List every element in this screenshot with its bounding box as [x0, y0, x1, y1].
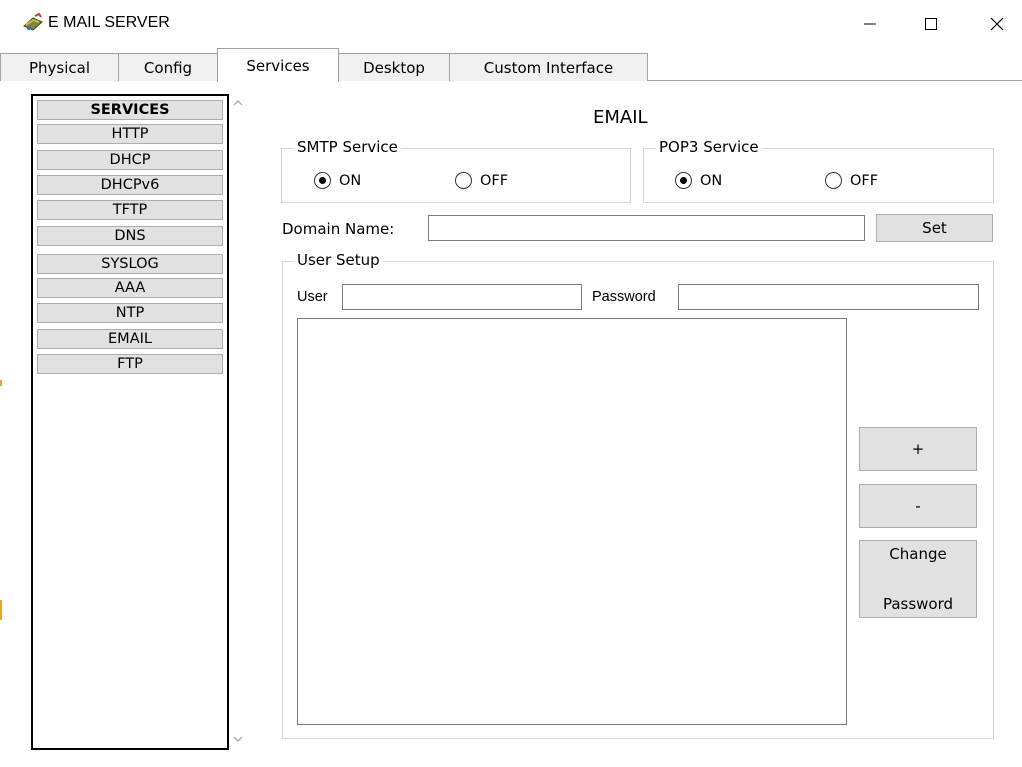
pop3-on-label: ON	[700, 172, 723, 189]
service-item-ntp[interactable]: NTP	[37, 303, 223, 323]
pop3-off-radio[interactable]: OFF	[825, 172, 878, 189]
service-item-http[interactable]: HTTP	[37, 124, 223, 144]
tab-desktop[interactable]: Desktop	[338, 53, 450, 81]
domain-name-input[interactable]	[428, 215, 865, 241]
smtp-off-radio[interactable]: OFF	[455, 172, 508, 189]
minimize-button[interactable]	[847, 0, 893, 48]
add-user-button[interactable]: +	[859, 427, 977, 471]
change-password-button[interactable]: Change Password	[859, 540, 977, 618]
maximize-icon	[925, 18, 937, 30]
password-input[interactable]	[678, 284, 979, 310]
service-item-dns[interactable]: DNS	[37, 226, 223, 246]
radio-unchecked-icon	[825, 172, 842, 189]
service-item-dhcpv6[interactable]: DHCPv6	[37, 175, 223, 195]
tab-physical[interactable]: Physical	[0, 53, 119, 81]
minimize-icon	[864, 23, 876, 25]
pop3-service-label: POP3 Service	[656, 138, 762, 156]
change-password-line1: Change	[889, 545, 947, 563]
tab-custom-interface[interactable]: Custom Interface	[449, 53, 648, 81]
scroll-up-icon[interactable]	[232, 97, 244, 109]
tab-config[interactable]: Config	[118, 53, 218, 81]
password-label: Password	[592, 289, 656, 305]
smtp-on-label: ON	[339, 172, 362, 189]
server-app-icon	[23, 12, 43, 31]
window-title: E MAIL SERVER	[48, 14, 170, 31]
user-setup-label: User Setup	[294, 251, 383, 269]
smtp-off-label: OFF	[480, 172, 509, 189]
close-icon	[990, 17, 1004, 31]
service-item-syslog[interactable]: SYSLOG	[37, 254, 223, 274]
smtp-service-label: SMTP Service	[294, 138, 401, 156]
services-list: SERVICES HTTP DHCP DHCPv6 TFTP DNS SYSLO…	[31, 94, 229, 750]
close-button[interactable]	[974, 0, 1020, 48]
services-scrollbar[interactable]	[229, 94, 247, 750]
radio-checked-icon	[314, 172, 331, 189]
user-input[interactable]	[342, 284, 582, 310]
service-item-ftp[interactable]: FTP	[37, 354, 223, 374]
title-bar: E MAIL SERVER	[0, 0, 1022, 48]
service-item-dhcp[interactable]: DHCP	[37, 150, 223, 170]
smtp-on-radio[interactable]: ON	[314, 172, 361, 189]
email-title: EMAIL	[593, 107, 648, 128]
radio-unchecked-icon	[455, 172, 472, 189]
services-header: SERVICES	[37, 100, 223, 120]
pop3-off-label: OFF	[850, 172, 879, 189]
domain-name-label: Domain Name:	[282, 220, 395, 238]
left-accent-mark	[0, 600, 2, 620]
change-password-line2: Password	[882, 595, 954, 613]
remove-user-button[interactable]: -	[859, 484, 977, 528]
set-button[interactable]: Set	[876, 214, 993, 242]
radio-checked-icon	[675, 172, 692, 189]
maximize-button[interactable]	[908, 0, 954, 48]
service-item-email[interactable]: EMAIL	[37, 329, 223, 349]
left-accent-mark	[0, 380, 2, 386]
user-label: User	[297, 289, 328, 305]
pop3-on-radio[interactable]: ON	[675, 172, 722, 189]
tab-services[interactable]: Services	[217, 48, 339, 82]
scroll-down-icon[interactable]	[232, 733, 244, 745]
service-item-aaa[interactable]: AAA	[37, 278, 223, 298]
service-item-tftp[interactable]: TFTP	[37, 200, 223, 220]
user-list[interactable]	[297, 318, 847, 725]
